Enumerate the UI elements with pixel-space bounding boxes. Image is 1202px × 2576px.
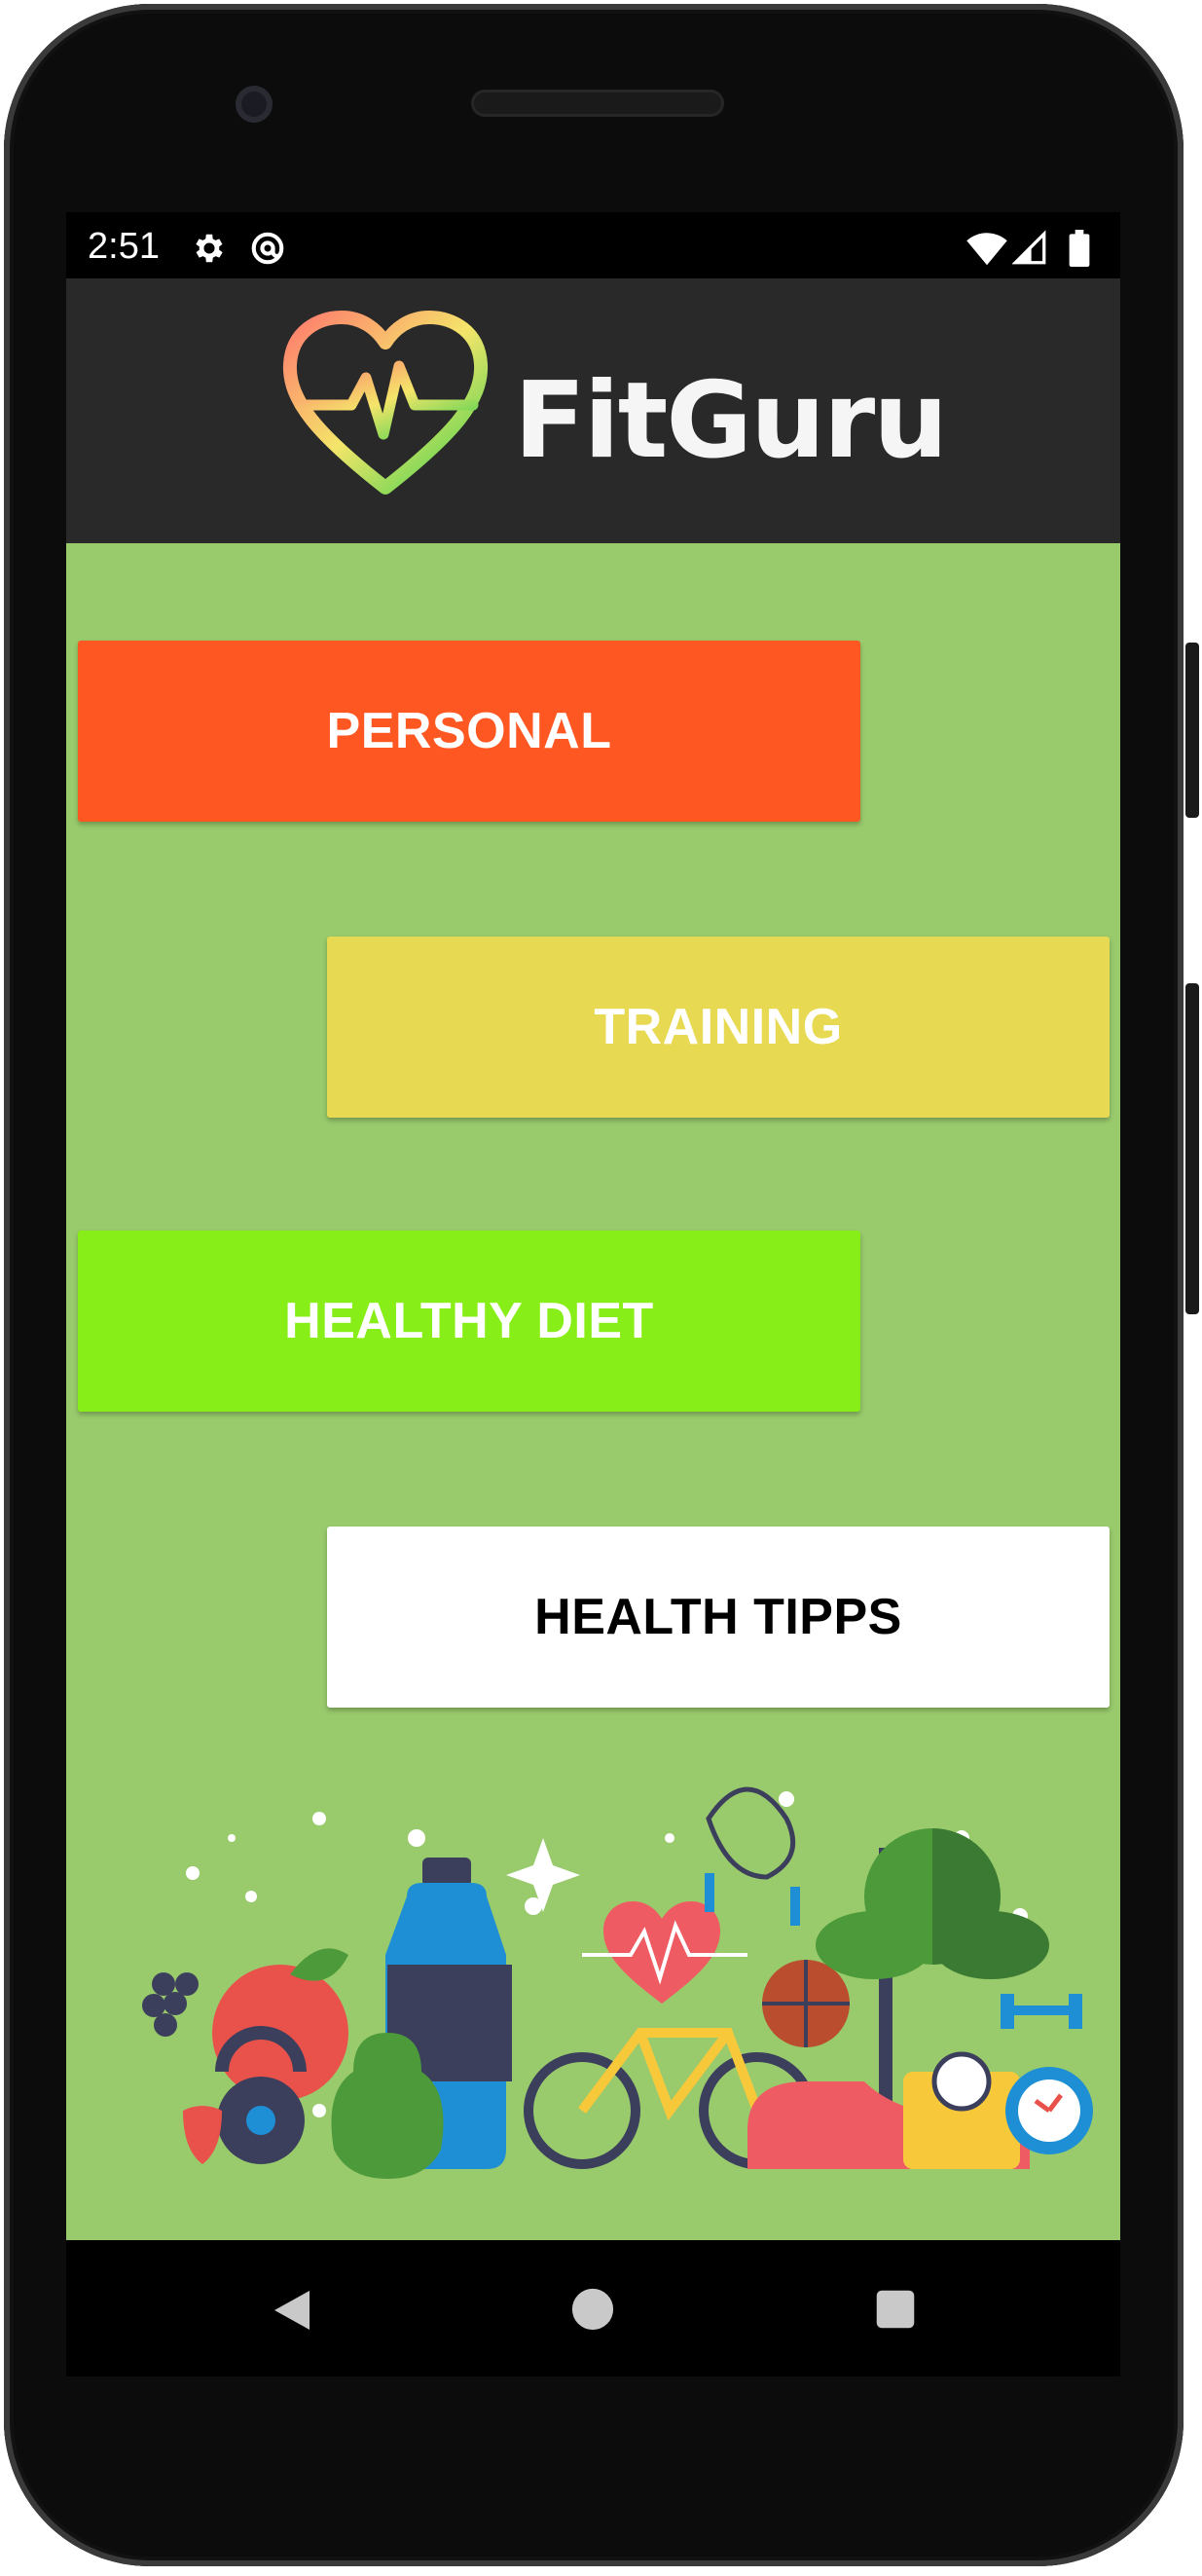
personal-button[interactable]: PERSONAL — [78, 641, 860, 822]
front-camera — [236, 86, 273, 123]
gear-icon — [196, 234, 223, 263]
sparkle-icon — [506, 1838, 580, 1912]
power-button — [1185, 643, 1199, 818]
home-icon[interactable] — [570, 2287, 615, 2332]
grapes-icon — [142, 1972, 199, 2037]
app-header: FitGuru — [66, 278, 1120, 543]
training-button[interactable]: TRAINING — [327, 937, 1110, 1118]
recents-icon[interactable] — [875, 2289, 916, 2330]
status-bar: 2:51 — [66, 212, 1120, 278]
status-time: 2:51 — [88, 226, 160, 267]
signal-icon — [1012, 230, 1046, 265]
dumbbell-icon — [1001, 1994, 1082, 2029]
app-title: FitGuru — [514, 360, 948, 482]
phone-frame: 2:51 FitGuru PERSONAL TRAINING HEALTHY D… — [0, 0, 1202, 2576]
earpiece-speaker — [471, 90, 724, 117]
back-icon[interactable] — [271, 2287, 313, 2334]
fitness-illustration — [142, 1786, 1093, 2179]
heart-icon — [603, 1901, 720, 2004]
strawberry-icon — [183, 2106, 222, 2164]
health-tipps-button[interactable]: HEALTH TIPPS — [327, 1527, 1110, 1708]
heart-pulse-icon — [282, 311, 489, 495]
main-content: PERSONAL TRAINING HEALTHY DIET HEALTH TI… — [66, 543, 1120, 2240]
screen: 2:51 FitGuru PERSONAL TRAINING HEALTHY D… — [66, 212, 1120, 2376]
wifi-icon — [966, 233, 1007, 266]
at-sign-icon — [251, 232, 284, 265]
navigation-bar — [66, 2240, 1120, 2376]
battery-icon — [1069, 230, 1090, 267]
volume-button — [1185, 983, 1199, 1314]
healthy-diet-button[interactable]: HEALTHY DIET — [78, 1231, 860, 1412]
